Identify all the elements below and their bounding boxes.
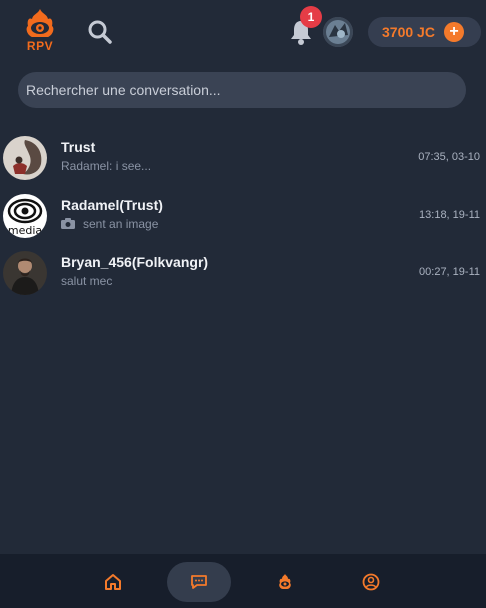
chat-icon <box>191 575 207 589</box>
rpv-logo[interactable]: RPV <box>22 8 58 56</box>
user-avatar[interactable] <box>323 17 353 47</box>
conversation-avatar: media <box>3 194 47 238</box>
flame-eye-icon <box>26 9 54 37</box>
faction-icon <box>279 574 291 589</box>
conversation-time: 13:18, 19-11 <box>419 209 480 221</box>
conversation-last-message-text: sent an image <box>83 217 159 231</box>
conversation-name: Bryan_456(Folkvangr) <box>61 254 209 270</box>
home-icon <box>105 574 121 590</box>
nav-messages[interactable] <box>167 562 231 602</box>
notification-badge: 1 <box>300 6 322 28</box>
conversation-last-message: salut mec <box>61 274 113 288</box>
nav-faction[interactable] <box>253 562 317 602</box>
conversation-name: Radamel(Trust) <box>61 197 163 213</box>
conversation-item[interactable]: media Radamel(Trust) sent an image 13:18… <box>0 192 486 242</box>
coins-label: 3700 JC <box>382 24 435 40</box>
search-icon[interactable] <box>86 18 114 46</box>
conversation-name: Trust <box>61 139 96 155</box>
camera-icon <box>61 218 75 229</box>
coins-balance[interactable]: 3700 JC + <box>368 17 481 47</box>
bottom-navigation <box>0 554 486 608</box>
search-input[interactable] <box>18 72 466 108</box>
nav-home[interactable] <box>81 562 145 602</box>
conversation-last-message: sent an image <box>61 217 158 231</box>
conversation-item[interactable]: Bryan_456(Folkvangr) salut mec 00:27, 19… <box>0 249 486 299</box>
nav-profile[interactable] <box>339 562 403 602</box>
conversation-last-message: Radamel: i see... <box>61 159 152 173</box>
conversation-item[interactable]: Trust Radamel: i see... 07:35, 03-10 <box>0 134 486 184</box>
top-header: RPV 1 3700 JC + <box>0 0 486 64</box>
profile-icon <box>362 573 380 591</box>
conversation-time: 00:27, 19-11 <box>419 266 480 278</box>
conversation-avatar <box>3 136 47 180</box>
conversation-avatar <box>3 251 47 295</box>
conversation-time: 07:35, 03-10 <box>418 151 480 163</box>
logo-text: RPV <box>26 39 54 53</box>
add-coins-button[interactable]: + <box>444 22 464 42</box>
media-avatar-text: media <box>8 224 42 237</box>
